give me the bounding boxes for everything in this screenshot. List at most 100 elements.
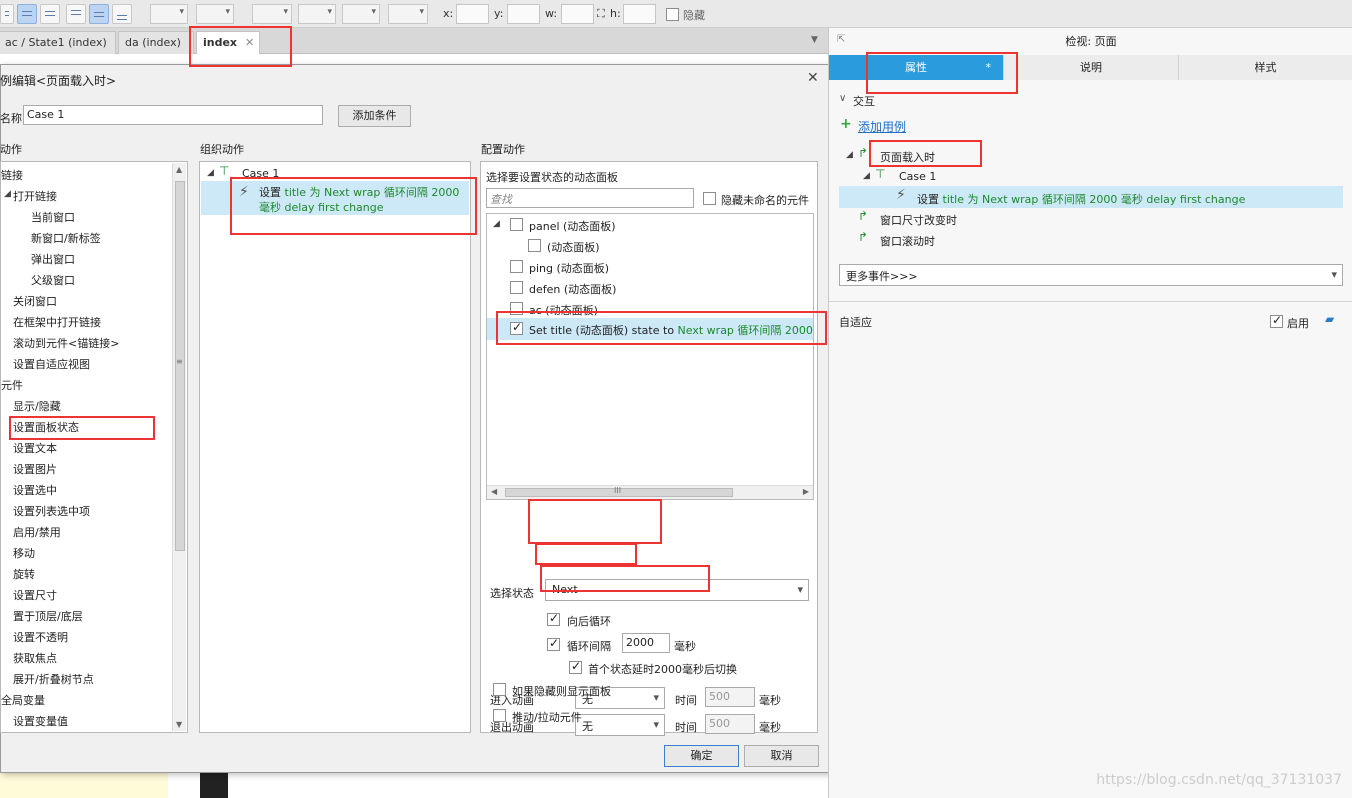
plus-icon[interactable]: + [840,116,852,132]
action-item[interactable]: 打开链接 [13,188,57,204]
action-item[interactable]: 设置尺寸 [13,587,57,603]
search-input[interactable]: 查找 [486,188,694,208]
hide-unnamed-checkbox[interactable] [703,192,716,205]
action-item[interactable]: 滚动到元件<锚链接> [13,335,119,351]
case-name-input[interactable]: Case 1 [23,105,323,125]
action-item[interactable]: 在框架中打开链接 [13,314,101,330]
action-item[interactable]: 关闭窗口 [13,293,57,309]
fill-color-dropdown[interactable] [150,4,188,24]
enter-time-input[interactable]: 500 [705,687,755,707]
action-item[interactable]: 移动 [13,545,35,561]
align-middle-button[interactable] [89,4,109,24]
action-item[interactable]: 新窗口/新标签 [31,230,101,246]
action-item[interactable]: 显示/隐藏 [13,398,61,414]
exit-time-input[interactable]: 500 [705,714,755,734]
action-item-set-panel-state[interactable]: 设置面板状态 [13,419,79,435]
close-icon[interactable]: ✕ [807,70,819,86]
adaptive-views-icon[interactable]: ▰ [1325,312,1334,326]
action-item[interactable]: 设置文本 [13,440,57,456]
first-delay-checkbox[interactable] [569,659,582,674]
actions-scrollbar[interactable]: ▲ ≡ ▼ [172,163,186,731]
scroll-left-icon[interactable]: ◀ [491,487,497,496]
case-name[interactable]: Case 1 [242,167,279,180]
action-item[interactable]: 元件 [1,377,23,393]
action-item[interactable]: 设置变量值 [13,713,68,729]
more-events-select[interactable]: 更多事件>>> [839,264,1343,286]
ok-button[interactable]: 确定 [664,745,739,767]
interval-input[interactable]: 2000 [622,633,670,653]
h-input[interactable] [623,4,656,24]
action-item[interactable]: 设置自适应视图 [13,356,90,372]
scroll-up-icon[interactable]: ▲ [176,165,182,174]
arrow-style-dropdown[interactable] [388,4,428,24]
hidden-checkbox[interactable] [666,8,679,21]
expand-icon[interactable]: ◢ [4,189,11,199]
w-input[interactable] [561,4,594,24]
tab-index[interactable]: index ✕ [196,31,260,54]
horizontal-scrollbar[interactable]: ◀ III ▶ [487,485,813,499]
tab-da[interactable]: da (index) [118,31,194,54]
scroll-right-icon[interactable]: ▶ [803,487,809,496]
x-input[interactable] [456,4,489,24]
panel-checkbox[interactable] [510,260,523,273]
action-item[interactable]: 设置选中 [13,482,57,498]
action-item[interactable]: 弹出窗口 [31,251,75,267]
enable-adaptive-checkbox[interactable] [1270,313,1283,328]
action-item[interactable]: 链接 [1,167,23,183]
event-page-load[interactable]: 页面载入时 [880,149,935,165]
action-item[interactable]: 获取焦点 [13,650,57,666]
action-item[interactable]: 启用/禁用 [13,524,61,540]
align-center-button[interactable] [17,4,37,24]
action-item[interactable]: 全局变量 [1,692,45,708]
exit-animation-select[interactable]: 无 [575,714,665,736]
action-item[interactable]: 设置列表选中项 [13,503,90,519]
align-left-button[interactable] [0,4,14,24]
action-item[interactable]: 当前窗口 [31,209,75,225]
panel-checkbox[interactable] [510,281,523,294]
case-name[interactable]: Case 1 [899,170,936,183]
scroll-thumb[interactable]: ≡ [175,181,185,551]
interval-checkbox[interactable] [547,636,560,651]
action-item[interactable]: 设置不透明 [13,629,68,645]
chevron-down-icon[interactable]: ∨ [839,93,846,104]
collapse-icon[interactable]: ◢ [846,150,853,160]
cancel-button[interactable]: 取消 [744,745,819,767]
state-select[interactable]: Next [545,579,809,601]
selected-action-row[interactable]: ⚡ 设置 title 为 Next wrap 循环间隔 2000 毫秒 dela… [201,181,469,215]
tab-ac-state1[interactable]: ac / State1 (index) [0,31,116,54]
collapse-icon[interactable]: ◢ [493,219,500,229]
align-right-button[interactable] [40,4,60,24]
action-item[interactable]: 置于顶层/底层 [13,608,83,624]
tab-notes[interactable]: 说明 [1004,55,1179,80]
tab-properties[interactable]: 属性 * [829,55,1004,80]
action-item[interactable]: 展开/折叠树节点 [13,671,94,687]
collapse-icon[interactable]: ◢ [863,171,870,181]
shadow-dropdown[interactable] [196,4,234,24]
line-width-dropdown[interactable] [298,4,336,24]
panel-item[interactable]: ping (动态面板) [529,260,609,276]
panel-checkbox-checked[interactable] [510,320,523,335]
line-color-dropdown[interactable] [252,4,292,24]
push-widgets-checkbox[interactable] [493,709,506,722]
align-bottom-button[interactable] [112,4,132,24]
show-if-hidden-checkbox[interactable] [493,683,506,696]
event-resize[interactable]: 窗口尺寸改变时 [880,212,957,228]
action-item[interactable]: 设置图片 [13,461,57,477]
panel-item[interactable]: (动态面板) [547,239,600,255]
add-condition-button[interactable]: 添加条件 [338,105,411,127]
event-scroll[interactable]: 窗口滚动时 [880,233,935,249]
panel-checkbox[interactable] [528,239,541,252]
panel-checkbox[interactable] [510,218,523,231]
align-top-button[interactable] [66,4,86,24]
h-scroll-thumb[interactable]: III [505,486,733,497]
panel-checkbox[interactable] [510,302,523,315]
tab-style[interactable]: 样式 [1179,55,1352,80]
scroll-down-icon[interactable]: ▼ [176,720,182,729]
lock-ratio-icon[interactable]: ⛶ [597,7,605,21]
close-icon[interactable]: ✕ [245,36,254,49]
panel-item[interactable]: panel (动态面板) [529,218,616,234]
panel-item[interactable]: defen (动态面板) [529,281,616,297]
action-item[interactable]: 父级窗口 [31,272,75,288]
selected-panel-row[interactable]: Set title (动态面板) state to Next wrap 循环间隔… [487,318,813,340]
y-input[interactable] [507,4,540,24]
